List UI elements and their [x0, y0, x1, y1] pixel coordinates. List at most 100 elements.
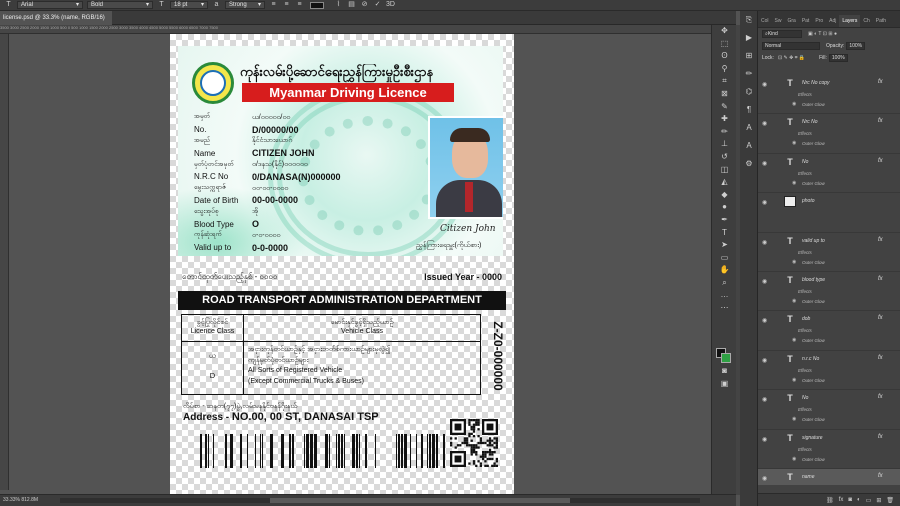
add-mask-icon[interactable]: ◙	[848, 497, 852, 503]
new-group-icon[interactable]: ▭	[866, 497, 872, 504]
layer-row[interactable]: ◉ T No fx Effects ◉ Outer Glow	[758, 390, 900, 430]
hand-tool-icon[interactable]: ✋	[712, 264, 737, 277]
panel-tab[interactable]: Pat	[799, 18, 813, 27]
panel-tab[interactable]: Pro	[812, 18, 826, 27]
layer-row[interactable]: ◉ Tblood type fx Effects ◉ Outer Glow	[758, 272, 900, 312]
visibility-eye-icon[interactable]: ◉	[762, 160, 767, 167]
text-tool-icon[interactable]: T	[4, 1, 13, 9]
panel-tab[interactable]: Path	[873, 18, 889, 27]
paint-bucket-tool-icon[interactable]: ◭	[712, 176, 737, 189]
fill-input[interactable]: 100%	[828, 54, 848, 62]
layer-row[interactable]: ◉ Tvalid up to fx Effects ◉ Outer Glow	[758, 233, 900, 272]
clone-source-icon[interactable]: ⌬	[740, 83, 758, 101]
pen-tool-icon[interactable]: ✒	[712, 214, 737, 227]
zoom-tool-icon[interactable]: ⌕	[712, 277, 737, 290]
font-size-select[interactable]: 18 pt ▾	[170, 1, 208, 9]
effect-eye-icon[interactable]: ◉	[792, 101, 796, 107]
marquee-tool-icon[interactable]: ⬚	[712, 38, 737, 51]
layer-row[interactable]: ◉ Tn.r.c No fx Effects ◉ Outer Glow	[758, 351, 900, 391]
fx-icon[interactable]: fx	[839, 497, 844, 503]
fx-icon[interactable]: fx	[878, 158, 883, 164]
panel-tab[interactable]: Gra	[784, 18, 798, 27]
layer-name[interactable]: signature	[802, 435, 823, 441]
move-tool-icon[interactable]: ✥	[712, 25, 737, 38]
align-left-icon[interactable]: ≡	[269, 1, 278, 9]
effect-eye-icon[interactable]: ◉	[792, 337, 796, 343]
align-right-icon[interactable]: ≡	[295, 1, 304, 9]
anti-alias-select[interactable]: Strong ▾	[225, 1, 265, 9]
dodge-tool-icon[interactable]: ●	[712, 201, 737, 214]
visibility-eye-icon[interactable]: ◉	[762, 317, 767, 324]
layer-filter-select[interactable]: ⌕ Kind	[762, 30, 802, 38]
adjustment-layer-icon[interactable]: ◐	[857, 497, 861, 503]
path-select-tool-icon[interactable]: ➤	[712, 239, 737, 252]
effect-eye-icon[interactable]: ◉	[792, 298, 796, 304]
eraser-tool-icon[interactable]: ◫	[712, 164, 737, 177]
filter-icons[interactable]: ▣ ◐ T ⊡ ⊞ ●	[808, 31, 837, 37]
blend-mode-select[interactable]: Normal	[762, 42, 820, 50]
brush-tool-icon[interactable]: ✏	[712, 126, 737, 139]
document-canvas[interactable]: ကုန်းလမ်းပို့ဆောင်ရေးညွှန်ကြားမှုဦးစီးဌာ…	[170, 34, 514, 494]
3d-icon[interactable]: 3D	[386, 1, 395, 9]
link-layers-icon[interactable]: ⛓	[826, 497, 834, 504]
font-family-select[interactable]: Arial ▾	[17, 1, 83, 9]
blur-tool-icon[interactable]: ◆	[712, 189, 737, 202]
panel-tab[interactable]: Adj	[826, 18, 839, 27]
layer-name[interactable]: No	[802, 395, 808, 401]
healing-tool-icon[interactable]: ✚	[712, 113, 737, 126]
layer-name[interactable]: valid up to	[802, 238, 825, 244]
effect-eye-icon[interactable]: ◉	[792, 140, 796, 146]
character-panel-icon[interactable]: A	[740, 119, 758, 137]
warp-text-icon[interactable]: ⌇	[334, 1, 343, 9]
panel-tab[interactable]: Col	[758, 18, 772, 27]
layer-name[interactable]: dob	[802, 316, 810, 322]
glyphs-panel-icon[interactable]: A	[740, 137, 758, 155]
fx-icon[interactable]: fx	[878, 315, 883, 321]
layer-name[interactable]: Nrc No copy	[802, 80, 830, 86]
delete-layer-icon[interactable]: 🗑	[886, 497, 894, 504]
effect-eye-icon[interactable]: ◉	[792, 180, 796, 186]
visibility-eye-icon[interactable]: ◉	[762, 278, 767, 285]
fx-icon[interactable]: fx	[878, 394, 883, 400]
layer-name[interactable]: name	[802, 474, 815, 480]
type-tool-icon[interactable]: T	[712, 227, 737, 240]
layer-name[interactable]: n.r.c No	[802, 356, 819, 362]
layer-row[interactable]: ◉ Tsignature fx Effects ◉ Outer Glow	[758, 430, 900, 469]
screen-mode-icon[interactable]: ▣	[712, 378, 737, 391]
visibility-eye-icon[interactable]: ◉	[762, 120, 767, 127]
shape-tool-icon[interactable]: ▭	[712, 252, 737, 265]
fx-icon[interactable]: fx	[878, 473, 883, 479]
layer-name[interactable]: blood type	[802, 277, 825, 283]
properties-panel-icon[interactable]: ⚙	[740, 155, 758, 173]
fx-icon[interactable]: fx	[878, 434, 883, 440]
edit-toolbar-icon[interactable]: ⋯	[712, 302, 737, 315]
stamp-tool-icon[interactable]: ⊥	[712, 138, 737, 151]
lock-icons[interactable]: ⊡ ✎ ✥ ⌗ 🔒	[778, 55, 805, 61]
document-tab[interactable]: license.psd @ 33.3% (name, RGB/16) *×	[0, 11, 112, 35]
frame-tool-icon[interactable]: ⊠	[712, 88, 737, 101]
visibility-eye-icon[interactable]: ◉	[762, 81, 767, 88]
visibility-eye-icon[interactable]: ◉	[762, 357, 767, 364]
text-color-swatch[interactable]	[310, 1, 324, 9]
play-action-icon[interactable]: ▶	[740, 29, 758, 47]
fx-icon[interactable]: fx	[878, 79, 883, 85]
panel-tab[interactable]: Sw	[772, 18, 785, 27]
character-panel-icon[interactable]: ▤	[347, 1, 356, 9]
layer-row[interactable]: ◉ photo	[758, 193, 900, 233]
background-color-swatch[interactable]	[721, 353, 731, 363]
effect-eye-icon[interactable]: ◉	[792, 456, 796, 462]
opacity-input[interactable]: 100%	[846, 42, 866, 50]
layer-row[interactable]: ◉ Tdob fx Effects ◉ Outer Glow	[758, 311, 900, 351]
layer-row[interactable]: ◉ T Nrc No copy fx Effects ◉ Outer Glow	[758, 75, 900, 115]
fx-icon[interactable]: fx	[878, 276, 883, 282]
visibility-eye-icon[interactable]: ◉	[762, 436, 767, 443]
panel-tab[interactable]: Ch	[860, 18, 872, 27]
adjust-panel-icon[interactable]: ⊞	[740, 47, 758, 65]
horizontal-scrollbar[interactable]	[60, 498, 700, 503]
commit-icon[interactable]: ✓	[373, 1, 382, 9]
fx-icon[interactable]: fx	[878, 355, 883, 361]
paragraph-panel-icon[interactable]: ¶	[740, 101, 758, 119]
visibility-eye-icon[interactable]: ◉	[762, 199, 767, 206]
crop-tool-icon[interactable]: ⌗	[712, 75, 737, 88]
layer-name[interactable]: No	[802, 159, 808, 165]
